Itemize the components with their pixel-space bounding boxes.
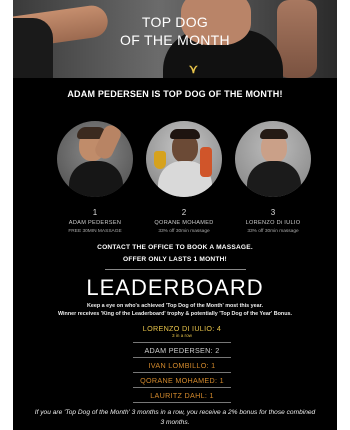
winner-card: 2 QORANE MOHAMED 33% off 30min massage: [144, 121, 224, 234]
hero-banner: ⋎ TOP DOG OF THE MONTH: [13, 0, 337, 78]
divider: [133, 402, 231, 403]
hero-title-line1: TOP DOG: [141, 14, 209, 30]
cta-line1: CONTACT THE OFFICE TO BOOK A MASSAGE.: [97, 244, 253, 251]
winner-rank: 1: [92, 208, 98, 217]
leaderboard-entry: ADAM PEDERSEN: 2: [144, 346, 220, 355]
hero-title-line2: OF THE MONTH: [120, 32, 230, 48]
avatar: [146, 121, 222, 197]
divider: [105, 269, 246, 270]
winner-card: 3 LORENZO Di IULIO 33% off 30min massage: [233, 121, 313, 234]
cta-line2: OFFER ONLY LASTS 1 MONTH!: [123, 256, 227, 263]
winner-card: 1 ADAM PEDERSEN FREE 30MIN MASSAGE: [55, 121, 135, 234]
leaderboard-entry: QORANE MOHAMED: 1: [140, 376, 224, 385]
leaderboard-entry: LAURITZ DAHL: 1: [150, 391, 214, 400]
winner-offer: 33% off 30min massage: [158, 229, 210, 234]
divider: [133, 342, 231, 343]
bonus-footnote: If you are 'Top Dog of the Month' 3 mont…: [34, 409, 316, 426]
avatar: [57, 121, 133, 197]
divider: [133, 387, 231, 388]
winner-name: ADAM PEDERSEN: [68, 220, 122, 226]
winner-offer: 33% off 30min massage: [247, 229, 299, 234]
winner-name: LORENZO Di IULIO: [245, 220, 301, 226]
leaderboard-entry: IVAN LOMBILLO: 1: [148, 361, 216, 370]
winner-name: QORANE MOHAMED: [154, 220, 214, 226]
leaderboard-entry: LORENZO DI IULIO: 4: [142, 324, 222, 333]
leaderboard-desc-line2: Winner receives 'King of the Leaderboard…: [57, 311, 292, 317]
leaderboard-entry-note: 3 in a row: [172, 333, 192, 338]
announcement-heading: ADAM PEDERSEN IS TOP DOG OF THE MONTH!: [67, 89, 283, 99]
newsletter-page: ⋎ TOP DOG OF THE MONTH ADAM PEDERSEN IS …: [13, 0, 337, 430]
winner-rank: 3: [270, 208, 276, 217]
leaderboard-title: LEADERBOARD: [86, 275, 264, 300]
shirt-logo-icon: ⋎: [189, 62, 198, 76]
divider: [133, 357, 231, 358]
divider: [133, 372, 231, 373]
winner-rank: 2: [181, 208, 187, 217]
avatar: [235, 121, 311, 197]
leaderboard-desc-line1: Keep a eye on who's achieved 'Top Dog of…: [87, 303, 263, 309]
winner-offer: FREE 30MIN MASSAGE: [68, 229, 122, 234]
hero-title: TOP DOG OF THE MONTH: [13, 13, 337, 49]
